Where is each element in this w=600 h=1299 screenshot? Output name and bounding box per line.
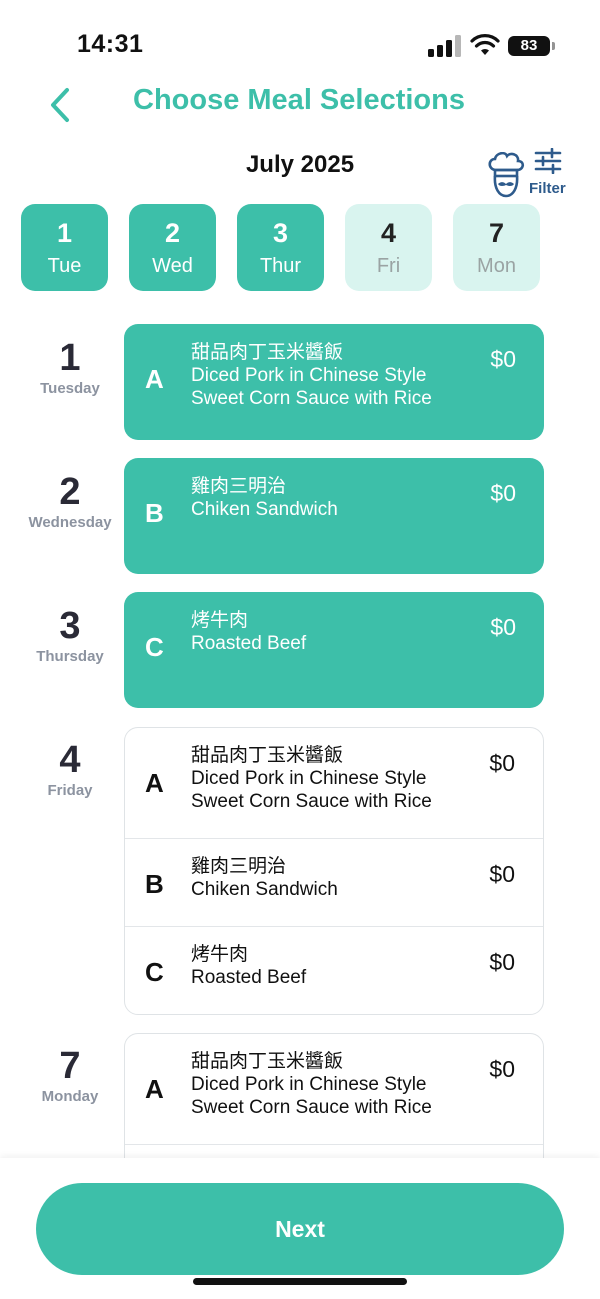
meal-letter: A: [145, 768, 164, 798]
day-label-7: 7 Monday: [20, 1046, 120, 1105]
day-label-1: 1 Tuesday: [20, 338, 120, 397]
meal-names: 甜品肉丁玉米醬飯 Diced Pork in Chinese Style Swe…: [191, 341, 481, 410]
selected-meal-card-day-2[interactable]: B 雞肉三明治 Chiken Sandwich $0: [124, 458, 544, 574]
day-label-3: 3 Thursday: [20, 606, 120, 665]
meal-name-en: Roasted Beef: [191, 633, 307, 654]
day-name: Friday: [47, 782, 93, 799]
date-tab-number: 7: [488, 218, 505, 248]
wifi-icon: [470, 34, 500, 55]
meal-price: $0: [490, 346, 516, 372]
meal-name-zh: 甜品肉丁玉米醬飯: [191, 1051, 344, 1072]
meal-letter: B: [145, 869, 164, 899]
meal-letter: A: [145, 1074, 164, 1104]
meal-price: $0: [489, 1056, 515, 1082]
date-tab-3[interactable]: 3 Thur: [237, 204, 324, 291]
meal-names: 烤牛肉 Roasted Beef: [191, 609, 481, 655]
date-tab-weekday: Tue: [47, 255, 82, 277]
page-title: Choose Meal Selections: [0, 84, 600, 117]
meal-option-c[interactable]: C 烤牛肉 Roasted Beef $0: [125, 927, 543, 1014]
meal-name-en: Diced Pork in Chinese Style: [191, 768, 427, 789]
meal-price: $0: [489, 949, 515, 975]
meal-names: 甜品肉丁玉米醬飯 Diced Pork in Chinese Style Swe…: [191, 1050, 481, 1119]
day-name: Tuesday: [40, 380, 100, 397]
sliders-icon: [534, 148, 562, 174]
meal-letter: B: [145, 498, 164, 528]
meal-name-en: Diced Pork in Chinese Style: [191, 365, 427, 386]
status-icons: 83: [428, 33, 558, 59]
filter-label: Filter: [529, 180, 566, 197]
meal-name-en: Diced Pork in Chinese Style: [191, 1074, 427, 1095]
date-tab-number: 4: [380, 218, 397, 248]
meal-name-en-line2: Sweet Corn Sauce with Rice: [191, 1097, 432, 1118]
date-tab-weekday: Mon: [477, 255, 516, 277]
meal-name-zh: 甜品肉丁玉米醬飯: [191, 342, 344, 363]
meal-name-zh: 雞肉三明治: [191, 476, 287, 497]
meal-name-en: Roasted Beef: [191, 967, 307, 988]
day-number: 1: [59, 337, 81, 379]
selected-meal-card-day-1[interactable]: A 甜品肉丁玉米醬飯 Diced Pork in Chinese Style S…: [124, 324, 544, 440]
meal-letter: C: [145, 632, 164, 662]
date-tab-number: 2: [164, 218, 181, 248]
meal-option-a[interactable]: A 甜品肉丁玉米醬飯 Diced Pork in Chinese Style S…: [125, 1034, 543, 1145]
date-tab-number: 1: [56, 218, 73, 248]
meal-name-zh: 烤牛肉: [191, 610, 249, 631]
day-number: 2: [59, 471, 81, 513]
meal-letter: A: [145, 364, 164, 394]
date-tab-weekday: Fri: [376, 255, 401, 277]
meal-names: 甜品肉丁玉米醬飯 Diced Pork in Chinese Style Swe…: [191, 744, 481, 813]
status-time: 14:31: [77, 30, 144, 58]
day-label-2: 2 Wednesday: [20, 472, 120, 531]
battery-nub: [552, 42, 555, 50]
meal-options-day-4: A 甜品肉丁玉米醬飯 Diced Pork in Chinese Style S…: [124, 727, 544, 1015]
day-label-4: 4 Friday: [20, 740, 120, 799]
meal-name-zh: 烤牛肉: [191, 944, 249, 965]
date-tab-number: 3: [272, 218, 289, 248]
date-tab-7[interactable]: 7 Mon: [453, 204, 540, 291]
meal-name-zh: 雞肉三明治: [191, 856, 287, 877]
home-indicator: [193, 1278, 407, 1285]
page-title-text: Choose Meal Selections: [133, 84, 465, 116]
date-tab-1[interactable]: 1 Tue: [21, 204, 108, 291]
day-number: 7: [59, 1045, 81, 1087]
filter-button[interactable]: Filter: [524, 146, 572, 200]
day-name: Monday: [41, 1088, 99, 1105]
day-number: 3: [59, 605, 81, 647]
meal-name-zh: 甜品肉丁玉米醬飯: [191, 745, 344, 766]
meal-name-en: Chiken Sandwich: [191, 499, 338, 520]
day-name: Wednesday: [28, 514, 112, 531]
day-name: Thursday: [36, 648, 104, 665]
meal-names: 雞肉三明治 Chiken Sandwich: [191, 855, 481, 901]
chef-icon: [488, 152, 525, 198]
meal-price: $0: [489, 750, 515, 776]
meal-price: $0: [490, 614, 516, 640]
meal-names: 雞肉三明治 Chiken Sandwich: [191, 475, 481, 521]
meal-names: 烤牛肉 Roasted Beef: [191, 943, 481, 989]
footer: Next: [0, 1158, 600, 1299]
battery-icon: 83: [508, 36, 550, 56]
next-button[interactable]: Next: [36, 1183, 564, 1275]
date-tab-2[interactable]: 2 Wed: [129, 204, 216, 291]
selected-meal-card-day-3[interactable]: C 烤牛肉 Roasted Beef $0: [124, 592, 544, 708]
meal-option-a[interactable]: A 甜品肉丁玉米醬飯 Diced Pork in Chinese Style S…: [125, 728, 543, 839]
meal-letter: C: [145, 957, 164, 987]
meal-price: $0: [490, 480, 516, 506]
date-tab-weekday: Wed: [152, 255, 193, 277]
meal-name-en-line2: Sweet Corn Sauce with Rice: [191, 388, 432, 409]
status-bar: 14:31 83: [0, 0, 600, 90]
meal-option-b[interactable]: B 雞肉三明治 Chiken Sandwich $0: [125, 839, 543, 927]
date-tabs: 1 Tue 2 Wed 3 Thur 4 Fri 7 Mon: [21, 204, 541, 292]
meal-name-en-line2: Sweet Corn Sauce with Rice: [191, 791, 432, 812]
day-number: 4: [59, 739, 81, 781]
signal-icon: [428, 35, 462, 57]
meal-price: $0: [489, 861, 515, 887]
date-tab-4[interactable]: 4 Fri: [345, 204, 432, 291]
date-tab-weekday: Thur: [259, 255, 302, 277]
meal-name-en: Chiken Sandwich: [191, 879, 338, 900]
